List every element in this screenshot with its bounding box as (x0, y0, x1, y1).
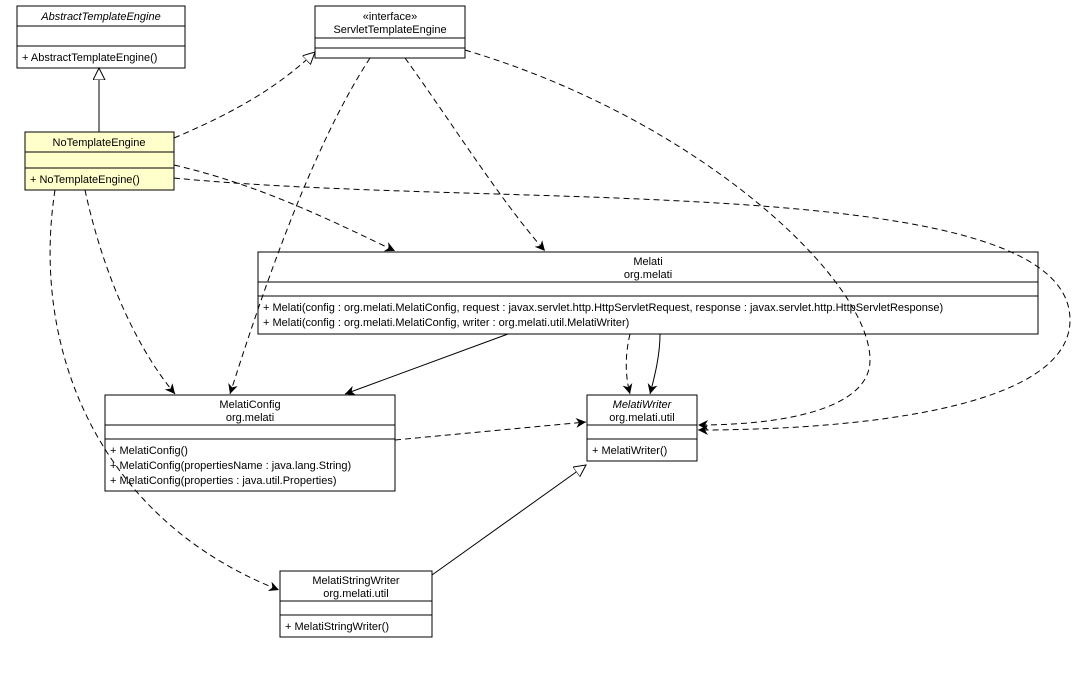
class-op: + MelatiConfig(propertiesName : java.lan… (110, 460, 351, 472)
class-op: + NoTemplateEngine() (30, 174, 140, 186)
class-title: NoTemplateEngine (53, 137, 146, 149)
class-melati-writer: MelatiWriter org.melati.util + MelatiWri… (587, 395, 697, 461)
class-no-template-engine: NoTemplateEngine + NoTemplateEngine() (25, 132, 174, 190)
dependency-arrow (395, 422, 586, 440)
class-op: + Melati(config : org.melati.MelatiConfi… (263, 302, 943, 314)
class-title: Melati (633, 256, 662, 268)
dependency-arrow (174, 165, 395, 251)
class-melati: Melati org.melati + Melati(config : org.… (258, 252, 1038, 334)
dependency-arrow (465, 50, 870, 425)
class-op: + MelatiConfig() (110, 445, 188, 457)
generalization-arrow (432, 465, 586, 575)
dependency-arrow (405, 58, 545, 251)
dependency-arrow (626, 334, 630, 394)
class-title: ServletTemplateEngine (333, 24, 446, 36)
class-pkg: org.melati.util (609, 412, 674, 424)
class-servlet-template-engine: «interface» ServletTemplateEngine (315, 6, 465, 58)
class-op: + AbstractTemplateEngine() (22, 52, 157, 64)
dependency-arrow (85, 190, 175, 394)
class-melati-config: MelatiConfig org.melati + MelatiConfig()… (105, 395, 395, 491)
class-title: AbstractTemplateEngine (40, 11, 160, 23)
class-op: + Melati(config : org.melati.MelatiConfi… (263, 317, 629, 329)
class-title: MelatiWriter (613, 399, 673, 411)
class-pkg: org.melati (226, 412, 274, 424)
class-stereo: «interface» (363, 11, 417, 23)
class-op: + MelatiStringWriter() (285, 621, 389, 633)
dependency-arrow (50, 190, 279, 590)
class-op: + MelatiConfig(properties : java.util.Pr… (110, 475, 337, 487)
realization-arrow (174, 52, 315, 138)
class-abstract-template-engine: AbstractTemplateEngine + AbstractTemplat… (17, 6, 185, 68)
class-op: + MelatiWriter() (592, 445, 667, 457)
class-pkg: org.melati.util (323, 588, 388, 600)
association-arrow (650, 334, 660, 394)
class-melati-string-writer: MelatiStringWriter org.melati.util + Mel… (280, 571, 432, 637)
class-pkg: org.melati (624, 269, 672, 281)
association-arrow (345, 334, 508, 394)
dependency-arrow (230, 58, 370, 394)
class-title: MelatiStringWriter (312, 575, 400, 587)
uml-class-diagram: AbstractTemplateEngine + AbstractTemplat… (0, 0, 1081, 680)
class-title: MelatiConfig (219, 399, 280, 411)
